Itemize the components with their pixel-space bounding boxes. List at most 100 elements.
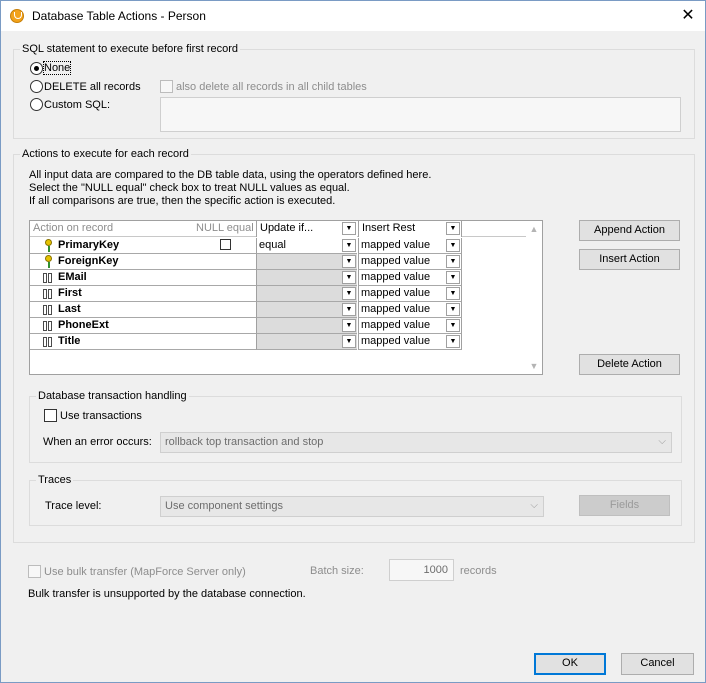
batch-size-input[interactable]: 1000 (389, 559, 454, 581)
dropdown-arrow-icon[interactable]: ▼ (446, 239, 460, 252)
sql-before-group-label: SQL statement to execute before first re… (20, 43, 241, 55)
dropdown-arrow-icon[interactable]: ▼ (342, 303, 356, 316)
dropdown-arrow-icon[interactable]: ▼ (446, 255, 460, 268)
table-row[interactable]: ForeignKey ▼ mapped value ▼ (30, 254, 526, 270)
use-transactions-checkbox[interactable] (44, 409, 57, 422)
field-icon (43, 337, 54, 347)
dropdown-arrow-icon[interactable]: ▼ (446, 303, 460, 316)
dropdown-arrow-icon[interactable]: ▼ (342, 319, 356, 332)
bulk-transfer-note: Bulk transfer is unsupported by the data… (28, 588, 306, 600)
scroll-down-icon[interactable]: ▼ (526, 358, 542, 374)
radio-none[interactable] (30, 62, 43, 75)
insert-rest-dropdown[interactable]: mapped value ▼ (358, 302, 462, 318)
dropdown-arrow-icon[interactable]: ▼ (342, 239, 356, 252)
header-insert-rest[interactable]: Insert Rest ▼ (358, 221, 462, 237)
records-label: records (460, 565, 497, 577)
dropdown-arrow-icon[interactable]: ▼ (342, 287, 356, 300)
info-line-2: Select the "NULL equal" check box to tre… (29, 182, 350, 194)
traces-group-label: Traces (36, 474, 74, 486)
custom-sql-textbox[interactable] (160, 97, 681, 132)
table-row[interactable]: EMail ▼ mapped value ▼ (30, 270, 526, 286)
cancel-button[interactable]: Cancel (621, 653, 694, 675)
header-insert-rest-label: Insert Rest (362, 222, 416, 234)
child-tables-checkbox[interactable] (160, 80, 173, 93)
dropdown-arrow-icon[interactable]: ▼ (342, 335, 356, 348)
dropdown-arrow-icon[interactable]: ▼ (446, 287, 460, 300)
table-row[interactable]: Last ▼ mapped value ▼ (30, 302, 526, 318)
radio-delete-all[interactable] (30, 80, 43, 93)
field-icon (43, 289, 54, 299)
insert-rest-value: mapped value (361, 255, 431, 267)
dropdown-arrow-icon[interactable]: ▼ (342, 255, 356, 268)
update-if-dropdown-arrow-icon[interactable]: ▼ (342, 222, 356, 235)
update-if-dropdown[interactable]: ▼ (256, 286, 357, 302)
insert-rest-dropdown[interactable]: mapped value ▼ (358, 270, 462, 286)
delete-action-button[interactable]: Delete Action (579, 354, 680, 375)
radio-custom-sql-label[interactable]: Custom SQL: (44, 99, 110, 111)
dropdown-arrow-icon[interactable]: ▼ (446, 319, 460, 332)
ok-button[interactable]: OK (534, 653, 606, 675)
batch-size-label: Batch size: (310, 565, 364, 577)
table-row[interactable]: First ▼ mapped value ▼ (30, 286, 526, 302)
insert-rest-dropdown[interactable]: mapped value ▼ (358, 254, 462, 270)
update-if-dropdown[interactable]: equal ▼ (256, 238, 357, 254)
field-name-label: EMail (58, 271, 87, 283)
update-if-dropdown[interactable]: ▼ (256, 334, 357, 350)
use-bulk-transfer-checkbox[interactable] (28, 565, 41, 578)
close-icon[interactable]: ✕ (671, 1, 705, 31)
field-name-cell: First (30, 286, 256, 302)
field-name-cell: PrimaryKey (30, 238, 256, 254)
insert-rest-value: mapped value (361, 335, 431, 347)
dropdown-arrow-icon[interactable]: ▼ (446, 335, 460, 348)
transaction-group-label: Database transaction handling (36, 390, 189, 402)
scroll-up-icon[interactable]: ▲ (526, 221, 542, 237)
field-name-label: Title (58, 335, 81, 347)
update-if-dropdown[interactable]: ▼ (256, 254, 357, 270)
trace-level-label: Trace level: (45, 500, 102, 512)
radio-none-label[interactable]: None (42, 61, 72, 75)
update-if-dropdown[interactable]: ▼ (256, 302, 357, 318)
error-action-value: rollback top transaction and stop (165, 436, 324, 448)
insert-rest-value: mapped value (361, 239, 431, 251)
append-action-button[interactable]: Append Action (579, 220, 680, 241)
header-update-if[interactable]: Update if... ▼ (256, 221, 357, 237)
update-if-dropdown[interactable]: ▼ (256, 318, 357, 334)
insert-action-button[interactable]: Insert Action (579, 249, 680, 270)
error-action-dropdown[interactable]: rollback top transaction and stop ⌵ (160, 432, 672, 453)
update-if-value: equal (259, 239, 286, 251)
insert-rest-dropdown[interactable]: mapped value ▼ (358, 334, 462, 350)
field-name-label: ForeignKey (58, 255, 119, 267)
use-bulk-transfer-label: Use bulk transfer (MapForce Server only) (44, 566, 246, 578)
field-name-cell: EMail (30, 270, 256, 286)
field-name-label: PhoneExt (58, 319, 109, 331)
header-action-on-record: Action on record (33, 222, 114, 234)
use-transactions-label[interactable]: Use transactions (60, 410, 142, 422)
fields-button[interactable]: Fields (579, 495, 670, 516)
update-if-dropdown[interactable]: ▼ (256, 270, 357, 286)
info-line-1: All input data are compared to the DB ta… (29, 169, 432, 181)
null-equal-checkbox[interactable] (220, 239, 231, 250)
grid-header: Action on record NULL equal Update if...… (30, 221, 526, 237)
field-name-cell: PhoneExt (30, 318, 256, 334)
child-tables-label: also delete all records in all child tab… (176, 81, 367, 93)
trace-level-dropdown[interactable]: Use component settings ⌵ (160, 496, 544, 517)
field-name-cell: Last (30, 302, 256, 318)
insert-rest-dropdown[interactable]: mapped value ▼ (358, 318, 462, 334)
grid-vertical-scrollbar[interactable]: ▲ ▼ (526, 221, 542, 374)
dropdown-arrow-icon[interactable]: ▼ (446, 271, 460, 284)
radio-custom-sql[interactable] (30, 98, 43, 111)
insert-rest-dropdown-arrow-icon[interactable]: ▼ (446, 222, 460, 235)
insert-rest-dropdown[interactable]: mapped value ▼ (358, 286, 462, 302)
radio-delete-all-label[interactable]: DELETE all records (44, 81, 141, 93)
table-row[interactable]: Title ▼ mapped value ▼ (30, 334, 526, 350)
insert-rest-dropdown[interactable]: mapped value ▼ (358, 238, 462, 254)
table-row[interactable]: PrimaryKey equal ▼ mapped value ▼ (30, 238, 526, 254)
error-label: When an error occurs: (43, 436, 152, 448)
field-icon (43, 305, 54, 315)
header-update-if-label: Update if... (260, 222, 314, 234)
window-title: Database Table Actions - Person (32, 9, 206, 23)
header-null-equal: NULL equal (196, 222, 254, 234)
actions-group-label: Actions to execute for each record (20, 148, 191, 160)
table-row[interactable]: PhoneExt ▼ mapped value ▼ (30, 318, 526, 334)
dropdown-arrow-icon[interactable]: ▼ (342, 271, 356, 284)
